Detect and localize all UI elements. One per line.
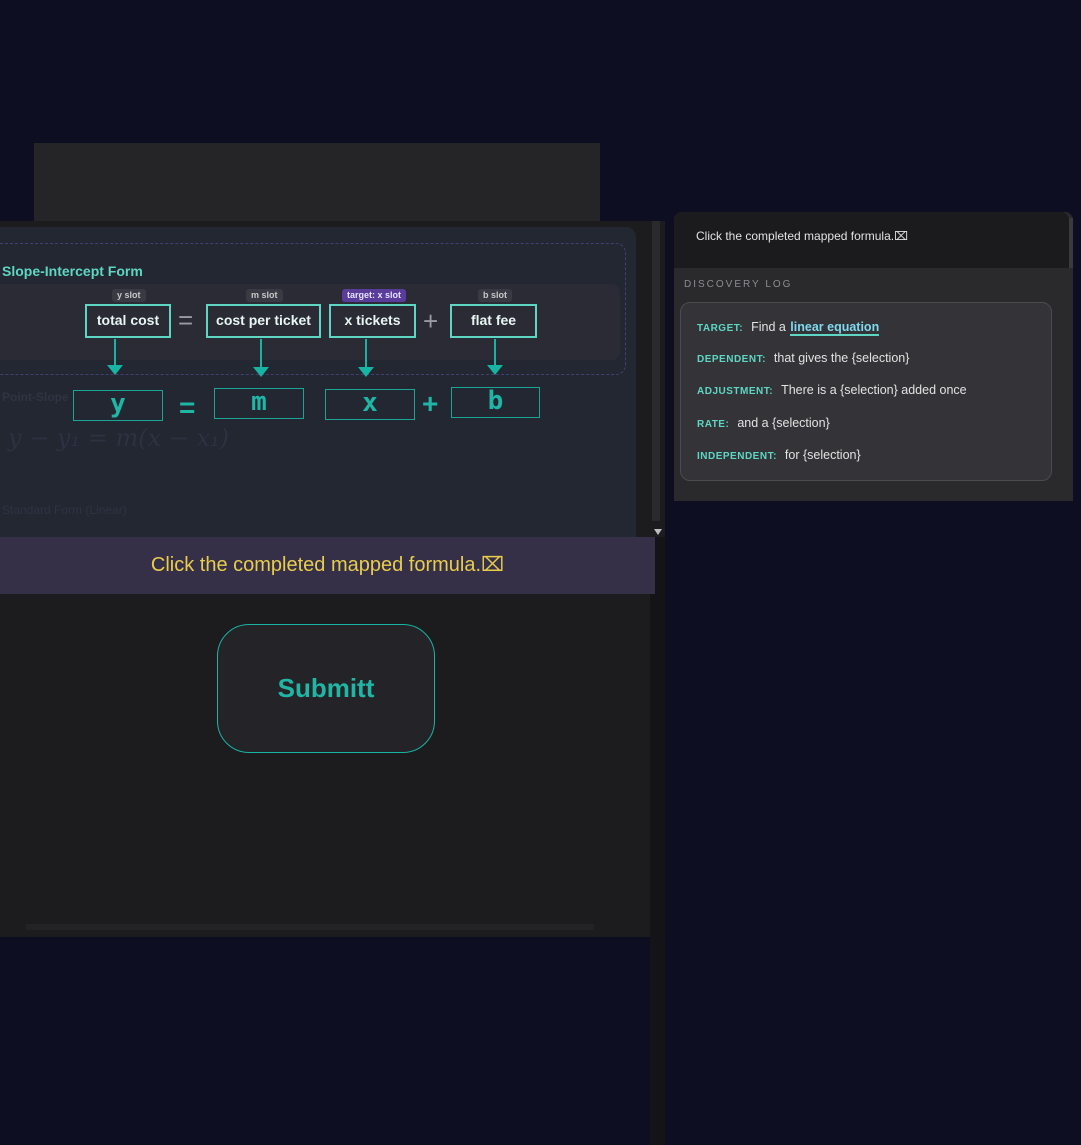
b-arrow-head-icon — [487, 365, 503, 375]
y-arrow-icon — [114, 339, 116, 367]
m-arrow-head-icon — [253, 367, 269, 377]
standard-form-title: Standard Form (Linear) — [2, 503, 127, 517]
instruction-banner: Click the completed mapped formula.⌧ — [0, 537, 655, 594]
point-slope-title: Point-Slope — [2, 390, 69, 404]
log-row-target: TARGET: Find a linear equation — [697, 318, 880, 336]
log-row-rate: RATE: and a {selection} — [697, 414, 830, 432]
y-symbol-box[interactable]: y — [73, 390, 163, 421]
b-symbol-box[interactable]: b — [451, 387, 540, 418]
log-key: DEPENDENT: — [697, 354, 766, 365]
y-slot-tag: y slot — [112, 289, 146, 302]
discovery-panel: Click the completed mapped formula.⌧ DIS… — [674, 212, 1073, 501]
top-panel — [34, 143, 600, 221]
log-key: ADJUSTMENT: — [697, 386, 774, 397]
m-arrow-icon — [260, 339, 262, 369]
x-slot-tag: target: x slot — [342, 289, 407, 302]
log-key: RATE: — [697, 419, 730, 430]
linear-equation-link[interactable]: linear equation — [790, 320, 880, 336]
scrollbar-thumb[interactable] — [652, 221, 660, 521]
b-arrow-icon — [494, 339, 496, 367]
log-value: There is a {selection} added once — [781, 383, 967, 397]
scroll-down-icon[interactable] — [654, 529, 662, 535]
plus-sign: + — [423, 306, 439, 336]
x-arrow-head-icon — [358, 367, 374, 377]
submit-button[interactable]: Submitt — [217, 624, 435, 753]
discovery-log-card: TARGET: Find a linear equation DEPENDENT:… — [680, 302, 1052, 481]
header-scrollbar[interactable] — [1069, 218, 1073, 268]
x-arrow-icon — [365, 339, 367, 369]
bottom-strip — [26, 924, 594, 930]
log-row-independent: INDEPENDENT: for {selection} — [697, 446, 861, 464]
log-row-dependent: DEPENDENT: that gives the {selection} — [697, 349, 909, 367]
log-key: INDEPENDENT: — [697, 451, 777, 462]
instruction-header: Click the completed mapped formula.⌧ — [674, 212, 1069, 268]
formula-card: Slope-Intercept Form y slot m slot targe… — [0, 227, 636, 537]
slope-intercept-title: Slope-Intercept Form — [2, 263, 143, 279]
y-arrow-head-icon — [107, 365, 123, 375]
log-key: TARGET: — [697, 323, 744, 334]
b-slot-tag: b slot — [478, 289, 512, 302]
m-slot-box[interactable]: cost per ticket — [206, 304, 321, 338]
m-slot-tag: m slot — [246, 289, 283, 302]
log-value: for {selection} — [784, 448, 861, 462]
log-row-adjustment: ADJUSTMENT: There is a {selection} added … — [697, 381, 967, 399]
panel-edge — [650, 537, 665, 1145]
b-slot-box[interactable]: flat fee — [450, 304, 537, 338]
x-slot-box[interactable]: x tickets — [329, 304, 416, 338]
instruction-text: Click the completed mapped formula.⌧ — [696, 229, 908, 243]
point-slope-formula: y − y₁ = m(x − x₁) — [8, 424, 230, 452]
equals-sign: = — [178, 305, 194, 335]
log-value: that gives the {selection} — [773, 351, 910, 365]
symbol-equals: = — [179, 392, 196, 423]
m-symbol-box[interactable]: m — [214, 388, 304, 419]
log-value: and a {selection} — [737, 416, 830, 430]
log-value: Find a — [751, 320, 786, 334]
x-symbol-box[interactable]: x — [325, 389, 415, 420]
y-slot-box[interactable]: total cost — [85, 304, 171, 338]
symbol-plus: + — [422, 388, 439, 419]
discovery-log-title: DISCOVERY LOG — [684, 279, 793, 290]
